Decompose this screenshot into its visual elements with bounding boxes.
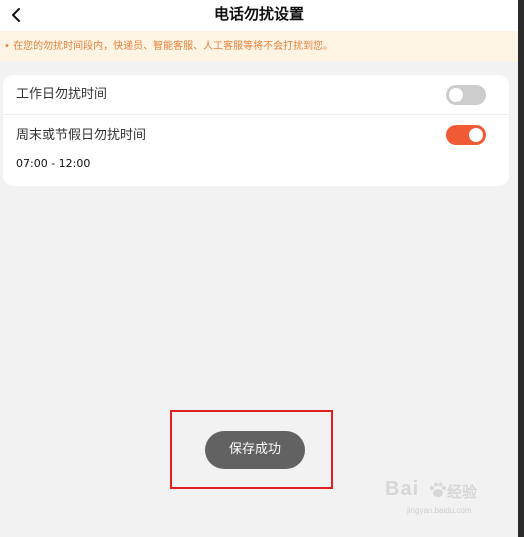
paw-icon: [430, 482, 446, 497]
weekend-label: 周末或节假日勿扰时间: [16, 128, 147, 143]
toggle-knob: [469, 128, 483, 142]
screen-edge: [518, 0, 524, 537]
weekend-row: 周末或节假日勿扰时间 07:00 - 12:00: [3, 115, 509, 186]
weekend-time-range[interactable]: 07:00 - 12:00: [16, 156, 90, 172]
notice-banner: • 在您的勿扰时间段内，快递员、智能客服、人工客服等将不会打扰到您。: [0, 31, 518, 62]
weekday-row: 工作日勿扰时间: [3, 75, 509, 115]
watermark-brand: Bai: [385, 478, 420, 500]
weekend-toggle[interactable]: [446, 125, 486, 145]
weekday-label: 工作日勿扰时间: [16, 87, 108, 102]
watermark-logo: Bai 经验 jingyan.baidu.com: [385, 478, 495, 522]
weekday-toggle[interactable]: [446, 85, 486, 105]
highlight-box: [170, 410, 333, 489]
top-nav-bar: 电话勿扰设置: [0, 0, 518, 31]
settings-card: 工作日勿扰时间 周末或节假日勿扰时间 07:00 - 12:00: [3, 75, 509, 186]
watermark-url: jingyan.baidu.com: [407, 506, 472, 515]
page: 电话勿扰设置 • 在您的勿扰时间段内，快递员、智能客服、人工客服等将不会打扰到您…: [0, 0, 518, 537]
toggle-knob: [449, 88, 463, 102]
page-title: 电话勿扰设置: [213, 5, 304, 23]
watermark-brand-suffix: 经验: [447, 483, 478, 501]
